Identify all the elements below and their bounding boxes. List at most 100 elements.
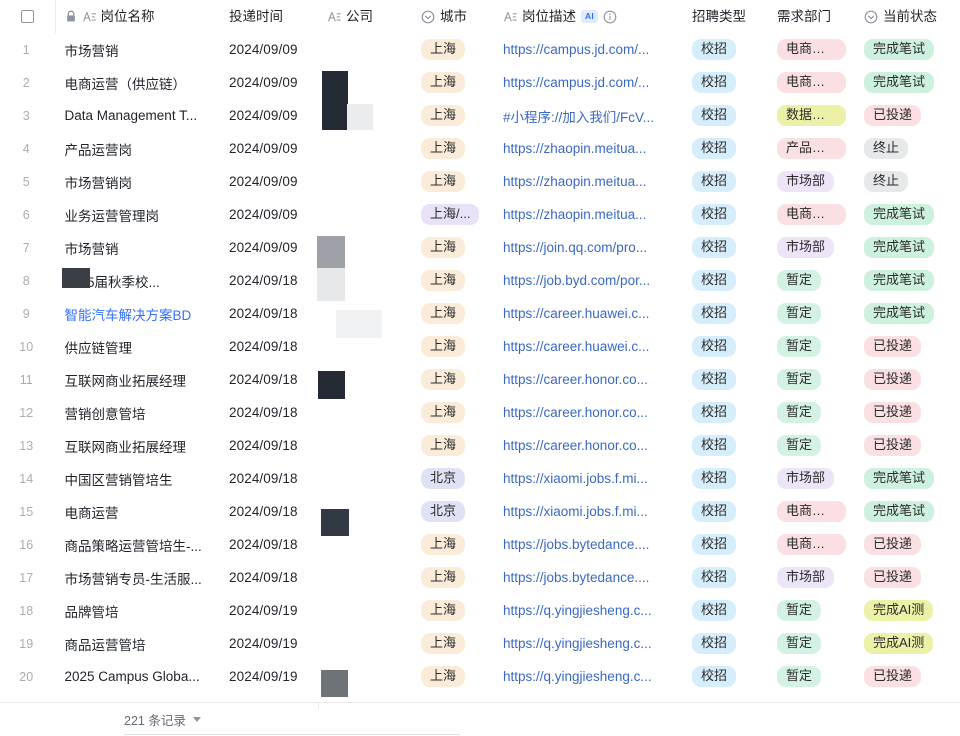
company-cell[interactable] [318,396,412,429]
department-cell[interactable]: 暂定 [768,594,855,627]
status-cell[interactable]: 完成笔试 [855,297,960,330]
department-cell[interactable]: 暂定 [768,627,855,660]
company-cell[interactable] [318,33,412,66]
department-cell[interactable]: 暂定 [768,363,855,396]
status-cell[interactable]: 已投递 [855,99,960,132]
table-row[interactable]: 15电商运营2024/09/18北京https://xiaomi.jobs.f.… [0,495,960,528]
ai-badge[interactable]: AI [581,10,598,23]
table-row[interactable]: 2电商运营（供应链）2024/09/09上海https://campus.jd.… [0,66,960,99]
company-cell[interactable] [318,198,412,231]
city-cell[interactable]: 上海 [412,396,494,429]
submit-date-cell[interactable]: 2024/09/18 [220,528,318,561]
department-cell[interactable]: 市场部 [768,561,855,594]
job-description-cell[interactable]: https://career.honor.co... [494,429,683,462]
table-row[interactable]: 5市场营销岗2024/09/09上海https://zhaopin.meitua… [0,165,960,198]
job-title-cell[interactable]: 供应链管理 [55,330,220,363]
status-cell[interactable]: 完成笔试 [855,264,960,297]
company-cell[interactable] [318,66,412,99]
row-number-cell[interactable]: 13 [0,429,55,462]
company-cell[interactable] [318,627,412,660]
recruit-type-cell[interactable]: 校招 [683,264,768,297]
submit-date-cell[interactable]: 2024/09/18 [220,561,318,594]
job-description-link[interactable]: https://career.honor.co... [503,438,648,453]
column-header-current-status[interactable]: 当前状态 [855,0,960,33]
row-number-cell[interactable]: 18 [0,594,55,627]
submit-date-cell[interactable]: 2024/09/18 [220,396,318,429]
row-number-cell[interactable]: 6 [0,198,55,231]
table-row[interactable]: 12营销创意管培2024/09/18上海https://career.honor… [0,396,960,429]
column-header-city[interactable]: 城市 [412,0,494,33]
submit-date-cell[interactable]: 2024/09/09 [220,231,318,264]
table-row[interactable]: 9智能汽车解决方案BD2024/09/18上海https://career.hu… [0,297,960,330]
status-cell[interactable]: 完成AI测 [855,594,960,627]
department-cell[interactable]: 产品部门 [768,132,855,165]
submit-date-cell[interactable]: 2024/09/18 [220,297,318,330]
row-number-cell[interactable]: 1 [0,33,55,66]
job-description-link[interactable]: https://q.yingjiesheng.c... [503,669,652,684]
job-description-link[interactable]: https://career.honor.co... [503,405,648,420]
job-description-cell[interactable]: https://zhaopin.meitua... [494,165,683,198]
column-header-recruit-type[interactable]: 招聘类型 [683,0,768,33]
department-cell[interactable]: 电商运营 [768,66,855,99]
company-cell[interactable] [318,231,412,264]
column-header-department[interactable]: 需求部门 [768,0,855,33]
job-description-link[interactable]: https://jobs.bytedance.... [503,570,649,585]
submit-date-cell[interactable]: 2024/09/19 [220,594,318,627]
department-cell[interactable]: 市场部 [768,165,855,198]
city-cell[interactable]: 上海 [412,231,494,264]
submit-date-cell[interactable]: 2024/09/19 [220,660,318,693]
column-header-select-all[interactable] [0,0,55,33]
company-cell[interactable] [318,297,412,330]
submit-date-cell[interactable]: 2024/09/18 [220,495,318,528]
status-cell[interactable]: 已投递 [855,363,960,396]
job-title-cell[interactable]: 智能汽车解决方案BD [55,297,220,330]
recruit-type-cell[interactable]: 校招 [683,561,768,594]
city-cell[interactable]: 上海 [412,66,494,99]
job-description-link[interactable]: https://jobs.bytedance.... [503,537,649,552]
city-cell[interactable]: 上海 [412,297,494,330]
status-cell[interactable]: 完成笔试 [855,495,960,528]
recruit-type-cell[interactable]: 校招 [683,660,768,693]
job-title-cell[interactable]: 品牌管培 [55,594,220,627]
department-cell[interactable]: 电商运营 [768,495,855,528]
recruit-type-cell[interactable]: 校招 [683,198,768,231]
job-description-cell[interactable]: https://campus.jd.com/... [494,66,683,99]
recruit-type-cell[interactable]: 校招 [683,627,768,660]
job-description-cell[interactable]: https://career.huawei.c... [494,297,683,330]
row-number-cell[interactable]: 17 [0,561,55,594]
row-number-cell[interactable]: 5 [0,165,55,198]
status-cell[interactable]: 已投递 [855,561,960,594]
job-title-cell[interactable]: 电商运营 [55,495,220,528]
job-description-link[interactable]: https://q.yingjiesheng.c... [503,636,652,651]
table-row[interactable]: 4产品运营岗2024/09/09上海https://zhaopin.meitua… [0,132,960,165]
recruit-type-cell[interactable]: 校招 [683,330,768,363]
status-cell[interactable]: 完成笔试 [855,66,960,99]
company-cell[interactable] [318,264,412,297]
submit-date-cell[interactable]: 2024/09/18 [220,429,318,462]
row-number-cell[interactable]: 7 [0,231,55,264]
job-description-cell[interactable]: https://q.yingjiesheng.c... [494,660,683,693]
job-title-cell[interactable]: 2025届秋季校... [55,264,220,297]
row-number-cell[interactable]: 15 [0,495,55,528]
job-title-cell[interactable]: 市场营销专员-生活服... [55,561,220,594]
job-title-cell[interactable]: 业务运营管理岗 [55,198,220,231]
recruit-type-cell[interactable]: 校招 [683,495,768,528]
job-title-cell[interactable]: Data Management T... [55,99,220,132]
city-cell[interactable]: 上海 [412,363,494,396]
city-cell[interactable]: 上海 [412,594,494,627]
company-cell[interactable] [318,132,412,165]
company-cell[interactable] [318,99,412,132]
recruit-type-cell[interactable]: 校招 [683,429,768,462]
job-description-cell[interactable]: https://jobs.bytedance.... [494,561,683,594]
job-title-cell[interactable]: 营销创意管培 [55,396,220,429]
row-number-cell[interactable]: 10 [0,330,55,363]
job-description-cell[interactable]: https://zhaopin.meitua... [494,198,683,231]
column-header-job-title[interactable]: 岗位名称 [55,0,220,33]
job-description-link[interactable]: https://zhaopin.meitua... [503,141,646,156]
job-description-cell[interactable]: https://join.qq.com/pro... [494,231,683,264]
recruit-type-cell[interactable]: 校招 [683,165,768,198]
job-description-link[interactable]: https://campus.jd.com/... [503,75,649,90]
status-cell[interactable]: 终止 [855,165,960,198]
table-row[interactable]: 13互联网商业拓展经理2024/09/18上海https://career.ho… [0,429,960,462]
status-cell[interactable]: 已投递 [855,330,960,363]
